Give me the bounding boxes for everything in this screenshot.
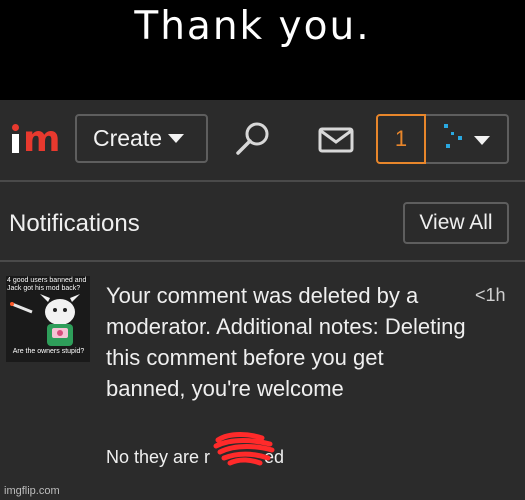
view-all-button[interactable]: View All xyxy=(403,202,509,244)
imgflip-watermark: imgflip.com xyxy=(4,485,60,497)
search-icon[interactable] xyxy=(234,120,272,158)
notification-time: <1h xyxy=(475,285,506,305)
logo-dot xyxy=(12,124,19,131)
notifications-count-button[interactable]: 1 xyxy=(376,114,426,164)
imgflip-logo[interactable]: m xyxy=(10,119,60,160)
notification-item[interactable]: 4 good users banned and Jack got his mod… xyxy=(0,264,525,500)
red-scribble-redaction xyxy=(213,432,275,466)
notifications-header: Notifications View All xyxy=(0,184,525,262)
user-menu-button[interactable] xyxy=(426,114,509,164)
create-button[interactable]: Create xyxy=(75,114,208,163)
chevron-down-icon xyxy=(168,134,185,143)
imgflip-app: m Create 1 Notifications View All 4 good… xyxy=(0,100,525,500)
thumbnail-top-text: 4 good users banned and Jack got his mod… xyxy=(7,277,87,292)
mail-icon[interactable] xyxy=(318,126,354,154)
notification-thumbnail[interactable]: 4 good users banned and Jack got his mod… xyxy=(6,276,90,362)
notification-message: Your comment was deleted by a moderator.… xyxy=(106,283,466,401)
thumbnail-bottom-text: Are the owners stupid? xyxy=(12,348,85,355)
user-avatar-icon xyxy=(444,124,462,148)
caption-text: Thank you. xyxy=(134,4,371,49)
logo-stem xyxy=(12,134,19,153)
notifications-title: Notifications xyxy=(9,210,140,237)
logo-m: m xyxy=(23,119,60,160)
top-navbar: m Create 1 xyxy=(0,100,525,182)
meme-caption-area: Thank you. xyxy=(0,0,525,100)
chevron-down-icon xyxy=(474,136,490,145)
create-label: Create xyxy=(93,125,163,151)
